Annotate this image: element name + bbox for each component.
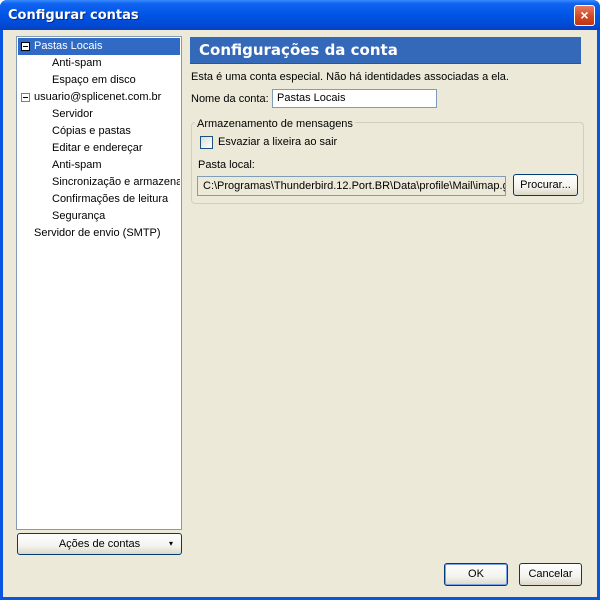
tree-item[interactable]: Cópias e pastas	[18, 123, 180, 140]
panel-header: Configurações da conta	[190, 37, 581, 64]
tree-item-label: Anti-spam	[52, 159, 102, 171]
tree-item-label: Pastas Locais	[34, 40, 103, 52]
account-description: Esta é uma conta especial. Não há identi…	[191, 71, 509, 83]
window-title: Configurar contas	[8, 8, 139, 23]
dialog-client-area: Pastas Locais Anti-spam Espaço em disco usu…	[3, 30, 597, 597]
tree-item[interactable]: Anti-spam	[18, 55, 180, 72]
tree-item-label: Editar e endereçar	[52, 142, 143, 154]
empty-trash-checkbox[interactable]	[200, 136, 213, 149]
tree-item[interactable]: Editar e endereçar	[18, 140, 180, 157]
tree-item[interactable]: Segurança	[18, 208, 180, 225]
tree-item-label: Sincronização e armazena...	[52, 176, 180, 188]
tree-item-label: Servidor de envio (SMTP)	[34, 227, 161, 239]
tree-item-label: usuario@splicenet.com.br	[34, 91, 162, 103]
tree-item-label: Cópias e pastas	[52, 125, 131, 137]
tree-item[interactable]: usuario@splicenet.com.br	[18, 89, 180, 106]
local-folder-label: Pasta local:	[198, 159, 255, 171]
tree-item-label: Segurança	[52, 210, 106, 222]
account-actions-button[interactable]: Ações de contas ▾	[17, 533, 182, 555]
empty-trash-label[interactable]: Esvaziar a lixeira ao sair	[218, 136, 337, 148]
tree-item-label: Servidor	[52, 108, 93, 120]
tree-item[interactable]: Anti-spam	[18, 157, 180, 174]
collapse-icon[interactable]	[21, 42, 30, 51]
tree-item[interactable]: Servidor de envio (SMTP)	[18, 225, 180, 242]
panel-header-title: Configurações da conta	[199, 41, 398, 59]
close-button[interactable]: ×	[574, 5, 595, 26]
title-bar[interactable]: Configurar contas ×	[0, 0, 600, 30]
tree-item-label: Confirmações de leitura	[52, 193, 169, 205]
tree-item[interactable]: Sincronização e armazena...	[18, 174, 180, 191]
account-actions-label: Ações de contas	[58, 538, 141, 550]
tree-item-label: Espaço em disco	[52, 74, 136, 86]
account-name-label: Nome da conta:	[191, 93, 269, 105]
tree-item[interactable]: Servidor	[18, 106, 180, 123]
dropdown-arrow-icon: ▾	[168, 539, 173, 548]
cancel-button[interactable]: Cancelar	[519, 563, 582, 586]
local-folder-path-field[interactable]: C:\Programas\Thunderbird.12.Port.BR\Data…	[197, 176, 506, 196]
ok-button[interactable]: OK	[444, 563, 508, 586]
tree-item[interactable]: Confirmações de leitura	[18, 191, 180, 208]
dialog-window: Configurar contas × Pastas Locais Anti-sp…	[0, 0, 600, 600]
tree-item[interactable]: Pastas Locais	[18, 38, 180, 55]
tree-item[interactable]: Espaço em disco	[18, 72, 180, 89]
collapse-icon[interactable]	[21, 93, 30, 102]
account-name-input[interactable]: Pastas Locais	[272, 89, 437, 108]
browse-button[interactable]: Procurar...	[513, 174, 578, 196]
close-icon: ×	[580, 7, 589, 23]
message-storage-legend: Armazenamento de mensagens	[195, 118, 355, 130]
tree-item-label: Anti-spam	[52, 57, 102, 69]
account-tree[interactable]: Pastas Locais Anti-spam Espaço em disco usu…	[16, 36, 182, 530]
